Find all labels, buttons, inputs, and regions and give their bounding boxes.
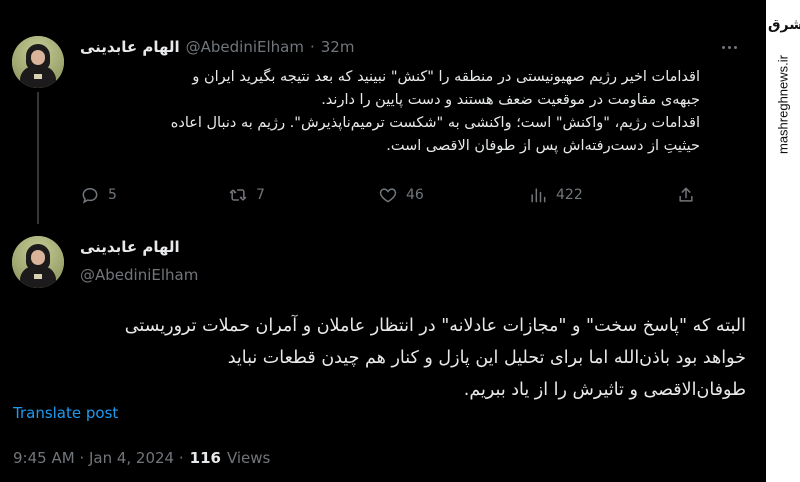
tweet-thread: الهام عابدینی @AbediniElham · 32m اقداما… xyxy=(0,0,766,482)
watermark-url: mashreghnews.ir xyxy=(775,55,791,155)
reply-count: 5 xyxy=(108,187,117,203)
thread-connector-line xyxy=(37,92,39,224)
analytics-icon xyxy=(531,188,546,203)
post-timestamp[interactable]: 9:45 AM · Jan 4, 2024 · xyxy=(13,449,184,467)
repost-icon xyxy=(229,189,247,201)
tweet-line: البته که "پاسخ سخت" و "مجازات عادلانه" د… xyxy=(124,316,746,336)
share-icon xyxy=(679,187,693,202)
separator-dot: · xyxy=(309,38,315,56)
like-button[interactable]: 46 xyxy=(378,182,424,208)
heart-icon xyxy=(379,188,397,203)
views-label: Views xyxy=(226,449,271,467)
repost-button[interactable]: 7 xyxy=(228,182,265,208)
reply-icon xyxy=(82,187,98,204)
views-button[interactable]: 422 xyxy=(528,182,583,208)
display-name[interactable]: الهام عابدینی xyxy=(80,38,180,56)
user-handle[interactable]: @AbediniElham xyxy=(80,266,198,284)
share-button[interactable] xyxy=(676,182,696,208)
translate-post-link[interactable]: Translate post xyxy=(13,404,118,422)
post-time[interactable]: 32m xyxy=(321,38,355,56)
views-count: 422 xyxy=(556,187,583,203)
display-name[interactable]: الهام عابدینی xyxy=(80,238,180,256)
tweet1-header: الهام عابدینی @AbediniElham · 32m xyxy=(80,38,354,56)
tweet-line: طوفان‌الاقصی و تاثیرش را از یاد ببریم. xyxy=(463,380,746,400)
tweet1-actions: 5 7 46 422 xyxy=(70,182,710,208)
tweet-line: اقدامات اخیر رژیم صهیونیستی در منطقه را … xyxy=(192,69,700,85)
tweet-line: حیثیتِ از دست‌رفته‌اش پس از طوفان الاقصی… xyxy=(386,138,700,154)
repost-count: 7 xyxy=(256,187,265,203)
avatar[interactable] xyxy=(12,236,64,288)
post-meta: 9:45 AM · Jan 4, 2024 · 116 Views xyxy=(13,449,270,467)
views-count[interactable]: 116 xyxy=(190,449,221,467)
tweet-line: خواهد بود باذن‌الله اما برای تحلیل این پ… xyxy=(227,348,746,368)
mashregh-logo: مشرق xyxy=(768,17,800,33)
tweet-line: اقدامات رژیم، "واکنش" است؛ واکنشی به "شک… xyxy=(170,115,700,131)
tweet1-text: اقدامات اخیر رژیم صهیونیستی در منطقه را … xyxy=(80,66,700,158)
reply-button[interactable]: 5 xyxy=(80,182,117,208)
tweet-line: جبهه‌ی مقاومت در موقعیت ضعف هستند و دست … xyxy=(321,92,700,108)
avatar[interactable] xyxy=(12,36,64,88)
tweet2-text: البته که "پاسخ سخت" و "مجازات عادلانه" د… xyxy=(14,310,746,406)
more-options-icon[interactable] xyxy=(718,42,740,52)
user-handle[interactable]: @AbediniElham xyxy=(186,38,304,56)
like-count: 46 xyxy=(406,187,424,203)
